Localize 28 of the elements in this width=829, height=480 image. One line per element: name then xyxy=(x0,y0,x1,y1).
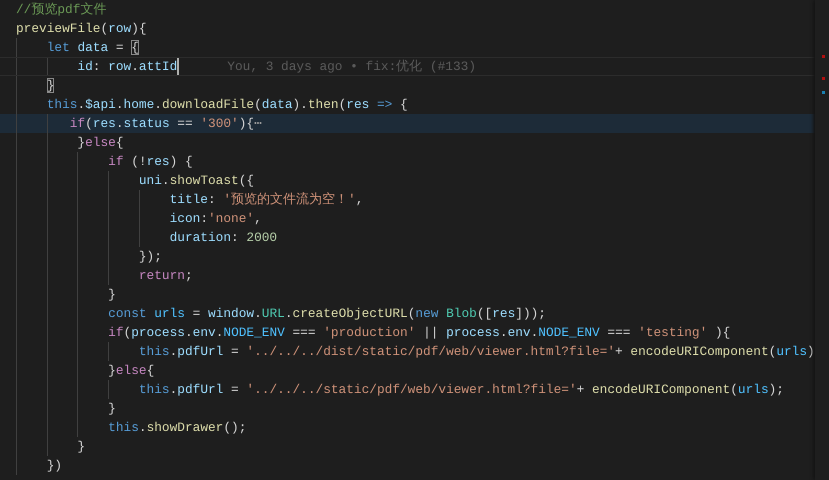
code-line: }else{ xyxy=(107,362,154,380)
code-line: if(process.env.NODE_ENV === 'production' || process.env.NODE_ENV === 'testing' ){ xyxy=(107,324,730,342)
code-line: } xyxy=(107,286,116,304)
code-line: this.pdfUrl = '../../../dist/static/pdf/web/viewer.html?file='+ encodeURIComponent(urls) xyxy=(138,343,815,361)
code-line: } xyxy=(107,400,116,418)
code-editor[interactable] xyxy=(0,0,829,480)
text-cursor xyxy=(177,58,180,75)
code-line: let data = { xyxy=(46,39,139,57)
code-line: previewFile(row){ xyxy=(16,20,147,38)
code-line: }else{ xyxy=(76,134,124,152)
code-line: if(res.status == '300'){⋯ xyxy=(68,115,262,133)
code-line: this.$api.home.downloadFile(data).then(res => { xyxy=(46,96,408,114)
code-line: this.pdfUrl = '../../../static/pdf/web/viewer.html?file='+ encodeURIComponent(urls); xyxy=(138,381,784,399)
code-line: this.showDrawer(); xyxy=(107,419,246,437)
code-line: //预览pdf文件 xyxy=(16,1,106,19)
code-line: icon:'none', xyxy=(168,210,262,228)
code-line: return; xyxy=(138,267,193,285)
code-line: id: row.attId xyxy=(76,58,178,76)
code-line: }) xyxy=(46,457,62,475)
blame-annotation: You, 3 days ago • fix:优化 (#133) xyxy=(227,58,476,76)
code-line: const urls = window.URL.createObjectURL(new Blob([res])); xyxy=(107,305,546,323)
code-line: if (!res) { xyxy=(107,153,193,171)
code-line: duration: 2000 xyxy=(168,229,278,247)
code-line: title: '预览的文件流为空！', xyxy=(168,191,364,209)
code-line: } xyxy=(46,77,54,95)
code-line: }); xyxy=(138,248,162,266)
code-line: } xyxy=(76,438,86,456)
code-line: uni.showToast({ xyxy=(138,172,254,190)
